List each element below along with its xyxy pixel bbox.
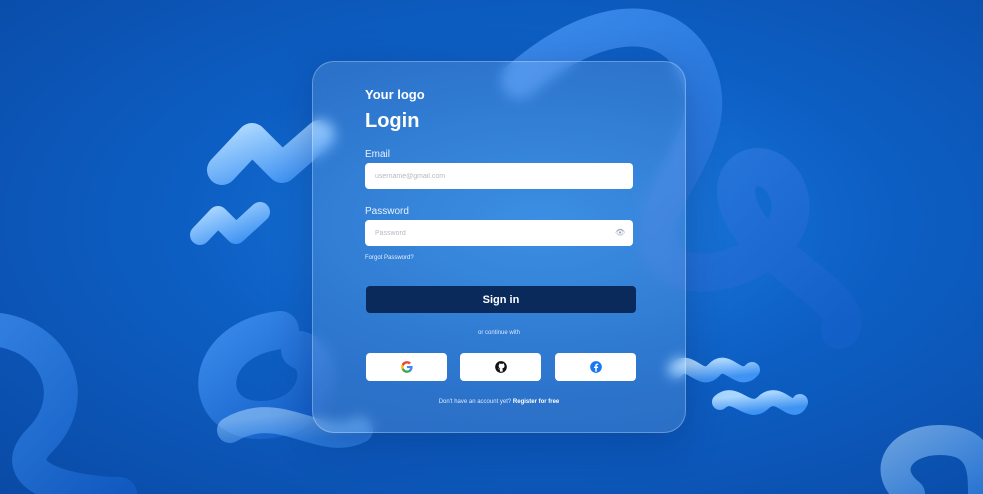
register-link[interactable]: Register for free [513, 399, 559, 405]
eye-icon[interactable]: 👁 [615, 228, 625, 237]
password-label: Password [365, 206, 409, 217]
register-prompt-text: Don't have an account yet? [438, 399, 512, 405]
password-field[interactable] [365, 220, 633, 246]
github-icon [494, 361, 507, 373]
page-title: Login [365, 110, 420, 132]
github-button[interactable] [460, 353, 541, 381]
google-button[interactable] [366, 353, 447, 381]
email-field[interactable] [365, 163, 633, 189]
google-icon [400, 361, 413, 373]
email-label: Email [365, 149, 391, 160]
forgot-password-link[interactable]: Forgot Password? [365, 255, 414, 261]
alt-login-text: or continue with [477, 330, 521, 336]
register-prompt: Don't have an account yet? Register for … [313, 399, 685, 405]
facebook-button[interactable] [555, 353, 636, 381]
sign-in-button[interactable]: Sign in [366, 286, 636, 313]
login-card: Your logo Login Email Password 👁 Forgot … [312, 61, 686, 433]
brand-logo: Your logo [365, 87, 425, 102]
facebook-icon [589, 361, 602, 373]
